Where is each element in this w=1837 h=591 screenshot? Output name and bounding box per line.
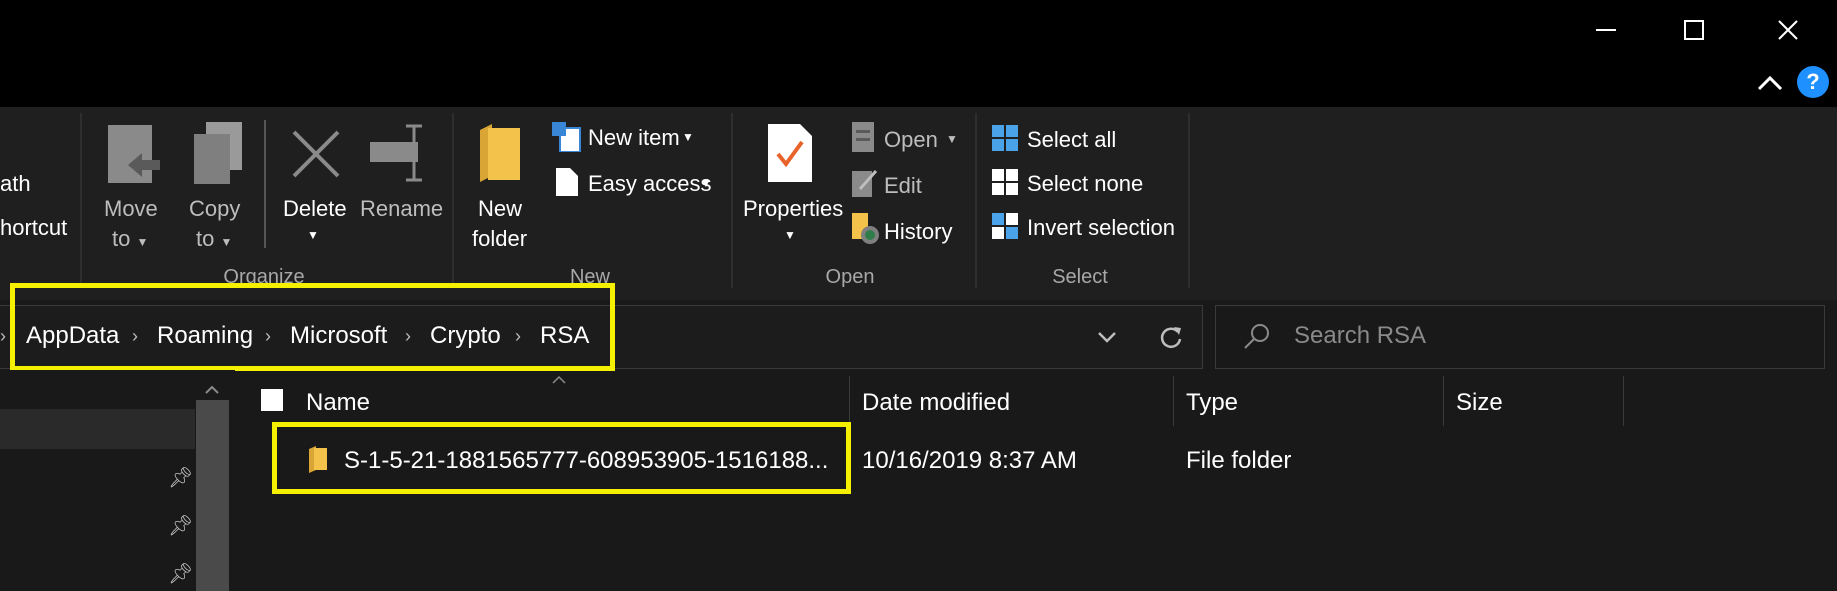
column-header-date-modified[interactable]: Date modified [862,389,1010,417]
invert-selection-label: Invert selection [1027,215,1175,240]
history-label: History [884,219,953,244]
new-item-button[interactable]: New item ▼ [550,122,698,156]
nav-selected-item[interactable] [0,409,195,449]
divider [264,120,266,248]
column-header-type[interactable]: Type [1186,389,1238,417]
search-placeholder: Search RSA [1294,322,1427,349]
nav-scrollbar-thumb[interactable] [196,400,229,591]
divider [80,113,82,283]
move-to-label: Move [104,196,158,221]
select-all-checkbox[interactable] [261,389,283,411]
breadcrumb-separator-icon: › [0,326,6,346]
select-all-label: Select all [1027,127,1117,152]
help-button[interactable]: ? [1797,66,1829,98]
open-icon [852,122,874,152]
copy-to-label-2: to ▼ [196,226,232,252]
move-to-icon [108,125,160,183]
delete-icon [292,130,340,178]
new-item-icon [552,122,581,152]
easy-access-button[interactable]: Easy access ▼ [550,166,714,200]
refresh-icon [1160,327,1182,348]
pin-icon[interactable]: 📌︎ [168,513,193,538]
column-header-size[interactable]: Size [1456,389,1503,417]
select-none-button[interactable]: Select none [990,167,1170,201]
column-divider[interactable] [849,376,850,426]
properties-label: Properties [743,196,844,221]
dropdown-arrow-icon: ▼ [682,130,694,144]
pin-icon[interactable]: 📌︎ [168,561,193,586]
search-box[interactable]: Search RSA [1215,305,1825,369]
dropdown-arrow-icon: ▼ [700,176,712,190]
paste-path-partial[interactable]: ath [0,171,31,197]
collapse-ribbon-button[interactable] [1752,66,1788,100]
folder-icon [480,124,520,182]
minimize-button[interactable] [1580,6,1632,54]
dropdown-arrow-icon[interactable]: ▼ [307,228,319,242]
new-folder-label: New [478,196,523,221]
divider [975,113,977,288]
nav-scroll-up-button[interactable] [204,382,220,400]
close-button[interactable] [1762,6,1814,54]
invert-selection-button[interactable]: Invert selection [990,211,1190,245]
minimize-icon [1596,29,1616,31]
maximize-button[interactable] [1668,6,1720,54]
dropdown-arrow-icon: ▼ [220,235,233,249]
paste-shortcut-partial[interactable]: hortcut [0,215,67,241]
easy-access-icon [556,168,578,196]
dropdown-arrow-icon[interactable]: ▼ [784,228,796,242]
divider [1188,113,1190,288]
column-divider[interactable] [1173,376,1174,426]
column-divider[interactable] [1623,376,1624,426]
open-group-label: Open [825,266,875,288]
edit-icon [852,170,878,197]
chevron-up-icon [205,385,219,394]
help-label: ? [1806,69,1820,94]
edit-button[interactable]: Edit [850,167,930,201]
divider [452,113,454,288]
select-group-label: Select [1052,266,1108,288]
refresh-button[interactable] [1158,324,1184,355]
pin-icon[interactable]: 📌︎ [168,465,193,490]
copy-to-icon [194,122,242,184]
select-none-label: Select none [1027,171,1144,196]
copy-to-label: Copy [189,196,241,221]
select-all-icon [992,125,1018,151]
rename-label: Rename [360,196,444,221]
move-to-label-2: to ▼ [112,226,148,252]
chevron-up-icon [1757,75,1783,91]
chevron-down-icon [1098,332,1116,343]
history-button[interactable]: History [850,213,960,247]
new-folder-label-2: folder [472,226,528,251]
properties-icon [768,124,812,182]
easy-access-label: Easy access [588,171,712,196]
rename-icon [370,124,422,182]
close-icon [1778,20,1798,40]
invert-selection-icon [992,213,1018,239]
file-type: File folder [1186,447,1292,474]
address-dropdown-button[interactable] [1095,325,1119,354]
breadcrumb-highlight [10,283,615,371]
select-none-icon [992,169,1018,195]
open-label: Open [884,127,938,152]
new-item-label: New item [588,125,680,150]
divider [731,113,733,288]
search-icon [1244,324,1269,349]
dropdown-arrow-icon: ▼ [946,132,958,146]
column-header-name[interactable]: Name [306,389,370,417]
select-all-button[interactable]: Select all [990,123,1160,157]
open-button[interactable]: Open ▼ [850,122,960,156]
column-divider[interactable] [1443,376,1444,426]
maximize-icon [1684,20,1704,40]
copy-to-label-to: to [196,226,215,251]
history-icon [852,213,879,244]
delete-label: Delete [283,196,347,221]
file-highlight [272,422,851,494]
rename-button[interactable] [366,122,436,242]
edit-label: Edit [884,173,922,198]
file-date-modified: 10/16/2019 8:37 AM [862,447,1077,474]
move-to-label-to: to [112,226,131,251]
dropdown-arrow-icon: ▼ [136,235,149,249]
sort-indicator-icon [551,372,567,390]
title-bar: ? [0,0,1837,107]
